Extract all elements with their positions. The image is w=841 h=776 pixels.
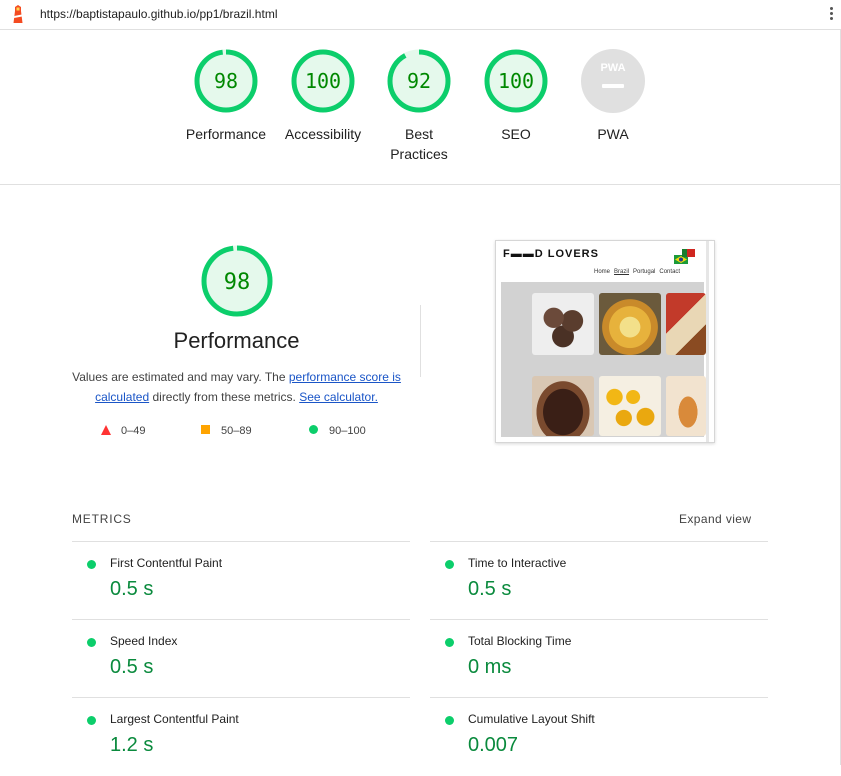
legend-pass: 90–100 [309, 425, 366, 437]
gauge-score: 98 [214, 69, 238, 93]
screenshot-nav: Home Brazil Portugal Contact [594, 269, 680, 275]
triangle-icon [101, 425, 111, 435]
gauge-performance[interactable]: 98 Performance [176, 48, 276, 144]
gauge-accessibility[interactable]: 100 Accessibility [273, 48, 373, 144]
gauge-seo[interactable]: 100 SEO [466, 48, 566, 144]
pass-dot-icon [445, 638, 454, 647]
legend-fail: 0–49 [101, 425, 145, 437]
food-image-coxinha [666, 376, 706, 436]
screenshot-nav-item: Brazil [614, 269, 630, 275]
url-text[interactable]: https://baptistapaulo.github.io/pp1/braz… [40, 7, 277, 21]
food-image-cake [532, 376, 594, 436]
circle-icon [309, 425, 318, 434]
metric-value: 1.2 s [110, 734, 154, 756]
metric-name: Speed Index [110, 634, 178, 648]
screenshot-nav-item: Portugal [633, 269, 656, 275]
gauge-label: PWA [597, 126, 629, 142]
screenshot-scrollbar [706, 241, 709, 442]
address-bar: https://baptistapaulo.github.io/pp1/braz… [0, 0, 841, 30]
lighthouse-icon [13, 5, 23, 23]
expand-view-button[interactable]: Expand view [679, 512, 751, 526]
gauge-ring: 92 [387, 49, 451, 113]
square-icon [201, 425, 210, 434]
pass-dot-icon [87, 716, 96, 725]
metric-time-to-interactive: Time to Interactive 0.5 s [430, 541, 768, 620]
gauge-label: Performance [185, 126, 267, 142]
desc-text: Values are estimated and may vary. The [72, 370, 289, 384]
food-image-quindim [599, 376, 661, 436]
metric-name: Total Blocking Time [468, 634, 572, 648]
legend-range: 50–89 [221, 425, 252, 437]
performance-summary: 98 Performance Values are estimated and … [64, 244, 409, 407]
food-image-empada [599, 293, 661, 355]
pass-dot-icon [445, 560, 454, 569]
metric-name: First Contentful Paint [110, 556, 223, 570]
gauge-label: SEO [501, 126, 531, 142]
pass-dot-icon [87, 560, 96, 569]
legend-range: 0–49 [121, 425, 146, 437]
metric-speed-index: Speed Index 0.5 s [72, 619, 410, 698]
pwa-badge-icon: PWA [581, 49, 645, 113]
gauge-score: 92 [407, 69, 431, 93]
screenshot-nav-item: Contact [659, 269, 681, 275]
metric-name: Largest Contentful Paint [110, 712, 239, 726]
score-gauges: 98 Performance 100 Accessibility 92 Best… [0, 48, 841, 184]
metric-name: Cumulative Layout Shift [468, 712, 595, 726]
calculator-link[interactable]: See calculator. [299, 390, 378, 404]
performance-score: 98 [223, 270, 250, 295]
kebab-menu-icon[interactable] [826, 5, 836, 25]
metric-largest-contentful-paint: Largest Contentful Paint 1.2 s [72, 697, 410, 776]
metric-total-blocking-time: Total Blocking Time 0 ms [430, 619, 768, 698]
performance-gauge: 98 [201, 245, 272, 317]
gauge-label-line: Best [404, 126, 433, 142]
vertical-divider [420, 305, 421, 377]
gauge-best-practices[interactable]: 92 Best Practices [369, 48, 469, 164]
gauge-score: 100 [305, 69, 341, 93]
metric-first-contentful-paint: First Contentful Paint 0.5 s [72, 541, 410, 620]
pass-dot-icon [87, 638, 96, 647]
metric-value: 0.5 s [468, 578, 512, 600]
desc-text: directly from these metrics. [149, 390, 300, 404]
metric-cumulative-layout-shift: Cumulative Layout Shift 0.007 [430, 697, 768, 776]
gauge-label: Accessibility [284, 126, 362, 142]
metric-value: 0.5 s [110, 656, 154, 678]
metric-name: Time to Interactive [468, 556, 567, 570]
gauge-ring: 100 [291, 49, 355, 113]
performance-description: Values are estimated and may vary. The p… [64, 367, 409, 407]
divider [0, 184, 840, 185]
gauge-ring: 98 [194, 49, 258, 113]
pass-dot-icon [445, 716, 454, 725]
metric-value: 0.007 [468, 734, 519, 756]
metric-value: 0.5 s [110, 578, 154, 600]
screenshot-nav-item: Home [594, 269, 611, 275]
final-screenshot[interactable]: F▬▬D LOVERS Home Brazil Portugal Contact [495, 240, 715, 443]
flags-icon [674, 249, 695, 264]
gauge-label-line: Practices [390, 146, 448, 162]
gauge-score: 100 [498, 69, 534, 93]
food-image-panettone [666, 293, 706, 355]
legend-average: 50–89 [201, 425, 252, 437]
legend-range: 90–100 [329, 425, 366, 437]
gauge-pwa[interactable]: PWA PWA [563, 48, 663, 144]
gauge-label: Best Practices [369, 124, 469, 164]
metric-value: 0 ms [468, 656, 512, 678]
screenshot-brand: F▬▬D LOVERS [503, 248, 599, 260]
na-dash-icon [602, 84, 624, 88]
gauge-ring: 100 [484, 49, 548, 113]
performance-title: Performance [173, 328, 300, 353]
metrics-heading: METRICS [72, 512, 132, 526]
pwa-badge-text: PWA [600, 62, 625, 74]
food-image-brigadeiro [532, 293, 594, 355]
